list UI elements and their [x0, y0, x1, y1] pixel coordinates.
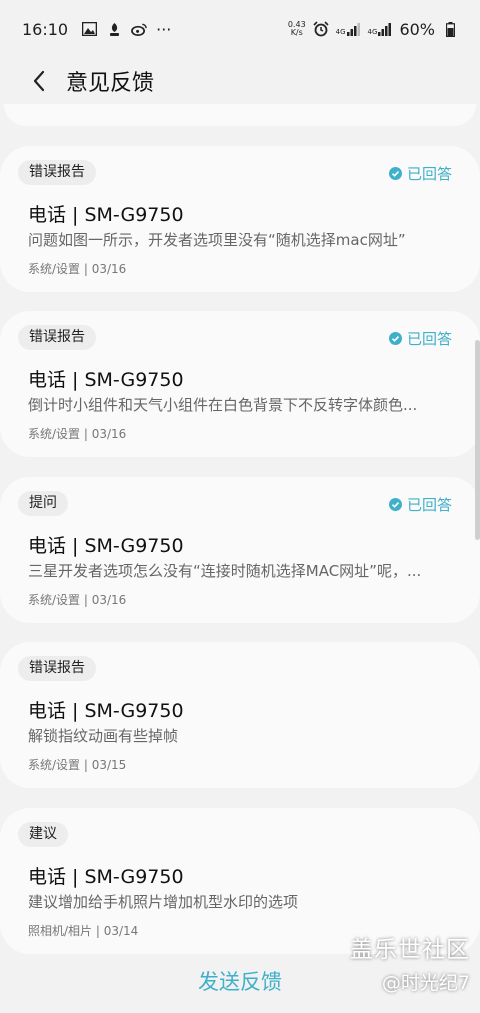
signal-2: 4G	[368, 22, 393, 36]
card-title: 电话 | SM-G9750	[28, 369, 184, 391]
card-description: 解锁指纹动画有些掉帧	[28, 727, 179, 745]
feedback-card[interactable]: 提问 已回答 电话 | SM-G9750 三星开发者选项怎么没有“连接时随机选择…	[0, 477, 480, 623]
category-tag: 错误报告	[18, 656, 96, 681]
card-title: 电话 | SM-G9750	[28, 700, 184, 722]
check-circle-icon	[388, 332, 402, 345]
category-tag: 错误报告	[18, 160, 96, 185]
battery-icon	[442, 21, 458, 37]
category-tag: 错误报告	[18, 325, 96, 350]
card-description: 问题如图一所示，开发者选项里没有“随机选择mac网址”	[28, 231, 406, 249]
signal-1-label: 4G	[335, 28, 346, 36]
signal-2-icon	[378, 23, 392, 36]
card-meta: 系统/设置 | 03/16	[28, 427, 127, 441]
card-meta: 系统/设置 | 03/16	[28, 593, 127, 607]
alarm-icon	[313, 21, 329, 37]
watermark-community: 盖乐世社区	[350, 937, 470, 963]
card-title: 电话 | SM-G9750	[28, 204, 184, 226]
answered-status: 已回答	[388, 163, 452, 184]
feedback-list[interactable]: 错误报告 已回答 电话 | SM-G9750 问题如图一所示，开发者选项里没有“…	[0, 104, 480, 964]
back-button[interactable]	[24, 66, 54, 96]
card-title: 电话 | SM-G9750	[28, 535, 184, 557]
signal-2-label: 4G	[367, 28, 378, 36]
answered-status: 已回答	[388, 328, 452, 349]
app-bar: 意见反馈	[0, 58, 480, 104]
category-tag: 建议	[18, 822, 68, 847]
status-bar: 16:10 ··· 0.43 K/s 4G 4G 60%	[0, 0, 480, 58]
more-notifications: ···	[156, 19, 172, 39]
status-left: 16:10 ···	[22, 20, 171, 39]
back-arrow-icon	[33, 70, 45, 92]
feedback-card[interactable]: 错误报告 电话 | SM-G9750 解锁指纹动画有些掉帧 系统/设置 | 03…	[0, 642, 480, 788]
page-title: 意见反馈	[66, 71, 155, 96]
net-speed: 0.43 K/s	[288, 21, 306, 37]
previous-card-remnant[interactable]	[4, 104, 476, 126]
card-meta: 系统/设置 | 03/16	[28, 262, 127, 276]
card-description: 倒计时小组件和天气小组件在白色背景下不反转字体颜色...	[28, 396, 418, 414]
card-description: 三星开发者选项怎么没有“连接时随机选择MAC网址”呢，...	[28, 562, 422, 580]
answered-label: 已回答	[406, 330, 452, 348]
feedback-card[interactable]: 错误报告 已回答 电话 | SM-G9750 问题如图一所示，开发者选项里没有“…	[0, 146, 480, 292]
gallery-icon	[81, 21, 97, 37]
feedback-card[interactable]: 错误报告 已回答 电话 | SM-G9750 倒计时小组件和天气小组件在白色背景…	[0, 311, 480, 457]
watermark-author: @时光纪7	[381, 972, 470, 994]
app-notification-icon	[106, 21, 122, 37]
scrollbar[interactable]	[475, 340, 480, 540]
net-speed-unit: K/s	[290, 28, 303, 37]
signal-1-icon	[346, 23, 360, 36]
status-time: 16:10	[22, 19, 69, 39]
watermark: 盖乐世社区 @时光纪7	[350, 930, 470, 995]
answered-status: 已回答	[388, 494, 452, 515]
answered-label: 已回答	[406, 165, 452, 183]
status-right: 0.43 K/s 4G 4G 60%	[288, 20, 458, 39]
category-tag: 提问	[18, 491, 68, 516]
signal-1: 4G	[336, 22, 361, 36]
battery-percent: 60%	[399, 19, 435, 39]
card-description: 建议增加给手机照片增加机型水印的选项	[28, 893, 299, 911]
check-circle-icon	[388, 167, 402, 180]
check-circle-icon	[388, 498, 402, 511]
card-meta: 系统/设置 | 03/15	[28, 758, 127, 772]
card-title: 电话 | SM-G9750	[28, 866, 184, 888]
card-meta: 照相机/相片 | 03/14	[28, 924, 139, 938]
answered-label: 已回答	[406, 496, 452, 514]
weibo-icon	[131, 21, 147, 37]
